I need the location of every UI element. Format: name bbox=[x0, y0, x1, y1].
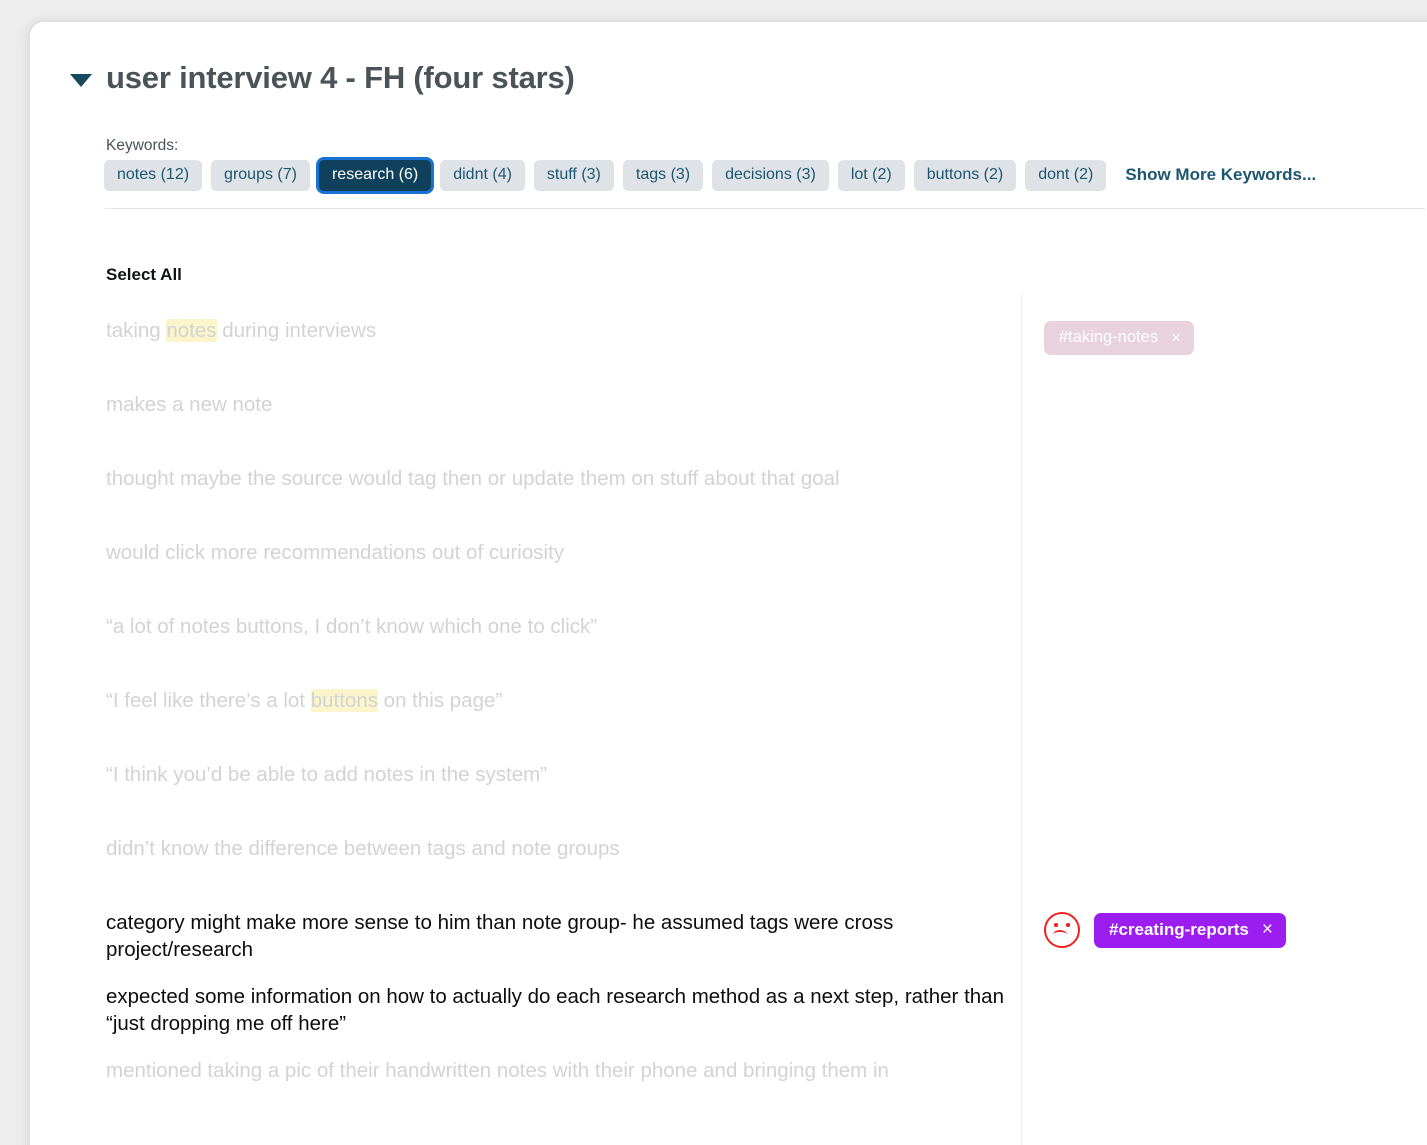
note-row[interactable]: category might make more sense to him th… bbox=[30, 906, 1427, 980]
note-row[interactable]: expected some information on how to actu… bbox=[30, 980, 1427, 1054]
note-text[interactable]: expected some information on how to actu… bbox=[106, 980, 1021, 1037]
select-all-button[interactable]: Select All bbox=[106, 265, 182, 285]
sad-face-icon[interactable] bbox=[1044, 912, 1080, 948]
close-icon[interactable]: × bbox=[1262, 920, 1273, 939]
note-text-segment: “a lot of notes buttons, I don’t know wh… bbox=[106, 615, 598, 638]
note-text-segment: makes a new note bbox=[106, 393, 273, 416]
tag-pill[interactable]: #creating-reports × bbox=[1094, 912, 1286, 948]
note-text[interactable]: makes a new note bbox=[106, 388, 1021, 418]
keyword-chip[interactable]: buttons (2) bbox=[913, 160, 1017, 191]
keyword-chip[interactable]: groups (7) bbox=[211, 160, 310, 191]
note-text[interactable]: didn’t know the difference between tags … bbox=[106, 832, 1021, 862]
note-row[interactable]: “I feel like there’s a lot buttons on th… bbox=[30, 684, 1427, 758]
keyword-chip[interactable]: stuff (3) bbox=[533, 160, 614, 191]
note-text-segment: during interviews bbox=[216, 319, 377, 342]
keyword-chip[interactable]: research (6) bbox=[318, 160, 432, 191]
note-text-segment: on this page” bbox=[377, 689, 503, 712]
keywords-label: Keywords: bbox=[106, 137, 179, 154]
note-text[interactable]: category might make more sense to him th… bbox=[106, 906, 1021, 963]
note-text-segment: mentioned taking a pic of their handwrit… bbox=[106, 1059, 889, 1082]
keyword-chip[interactable]: lot (2) bbox=[837, 160, 905, 191]
note-text-segment: expected some information on how to actu… bbox=[106, 985, 1004, 1035]
note-row[interactable]: thought maybe the source would tag then … bbox=[30, 462, 1427, 536]
keyword-highlight: buttons bbox=[310, 689, 378, 712]
note-text[interactable]: mentioned taking a pic of their handwrit… bbox=[106, 1054, 1021, 1084]
tag-pill[interactable]: #taking-notes × bbox=[1044, 321, 1195, 355]
note-text-segment: “I think you’d be able to add notes in t… bbox=[106, 763, 548, 786]
show-more-keywords-link[interactable]: Show More Keywords... bbox=[1125, 165, 1316, 185]
note-text[interactable]: would click more recommendations out of … bbox=[106, 536, 1021, 566]
keyword-chip[interactable]: decisions (3) bbox=[712, 160, 829, 191]
note-text-segment: “I feel like there’s a lot bbox=[106, 689, 311, 712]
note-text[interactable]: thought maybe the source would tag then … bbox=[106, 462, 1021, 492]
note-side-panel: #creating-reports × bbox=[1044, 906, 1286, 954]
close-icon[interactable]: × bbox=[1171, 329, 1181, 346]
tag-label: #creating-reports bbox=[1109, 919, 1249, 939]
interview-header: user interview 4 - FH (four stars) bbox=[70, 60, 575, 96]
note-text[interactable]: taking notes during interviews bbox=[106, 314, 1021, 344]
interview-card: user interview 4 - FH (four stars) Keywo… bbox=[30, 22, 1427, 1145]
app-root: user interview 4 - FH (four stars) Keywo… bbox=[0, 0, 1427, 1145]
chevron-down-icon[interactable] bbox=[70, 73, 92, 87]
keyword-chip-row: notes (12) groups (7) research (6) didnt (4… bbox=[104, 160, 1316, 191]
keyword-chip[interactable]: didnt (4) bbox=[440, 160, 525, 191]
note-text[interactable]: “I feel like there’s a lot buttons on th… bbox=[106, 684, 1021, 714]
note-row[interactable]: would click more recommendations out of … bbox=[30, 536, 1427, 610]
note-text-segment: didn’t know the difference between tags … bbox=[106, 837, 620, 860]
note-text-segment: would click more recommendations out of … bbox=[106, 541, 565, 564]
note-text-segment: thought maybe the source would tag then … bbox=[106, 467, 840, 490]
note-row[interactable]: “a lot of notes buttons, I don’t know wh… bbox=[30, 610, 1427, 684]
notes-list: taking notes during interviews #taking-no… bbox=[30, 314, 1427, 1128]
page-title: user interview 4 - FH (four stars) bbox=[106, 60, 575, 95]
keyword-chip[interactable]: tags (3) bbox=[622, 160, 704, 191]
tag-label: #taking-notes bbox=[1059, 328, 1159, 346]
note-text-segment: category might make more sense to him th… bbox=[106, 911, 894, 961]
note-row[interactable]: makes a new note bbox=[30, 388, 1427, 462]
note-text[interactable]: “a lot of notes buttons, I don’t know wh… bbox=[106, 610, 1021, 640]
note-row[interactable]: “I think you’d be able to add notes in t… bbox=[30, 758, 1427, 832]
note-text[interactable]: “I think you’d be able to add notes in t… bbox=[106, 758, 1021, 788]
keyword-chip[interactable]: notes (12) bbox=[104, 160, 203, 191]
keyword-highlight: notes bbox=[166, 319, 217, 342]
note-side-panel: #taking-notes × bbox=[1044, 314, 1195, 362]
note-text-segment: taking bbox=[106, 319, 167, 342]
note-row[interactable]: mentioned taking a pic of their handwrit… bbox=[30, 1054, 1427, 1128]
header-divider bbox=[105, 208, 1425, 209]
note-row[interactable]: taking notes during interviews #taking-no… bbox=[30, 314, 1427, 388]
keyword-chip[interactable]: dont (2) bbox=[1025, 160, 1107, 191]
note-row[interactable]: didn’t know the difference between tags … bbox=[30, 832, 1427, 906]
